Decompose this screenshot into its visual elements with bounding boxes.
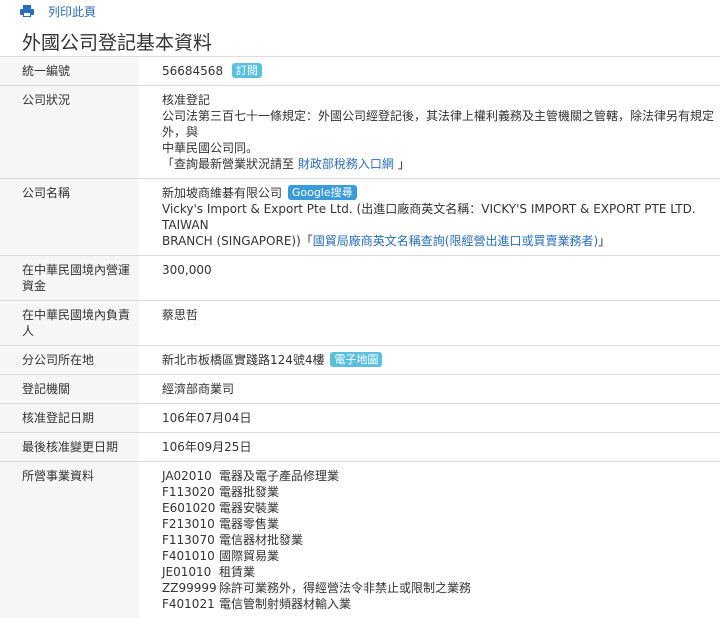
- business-code: F401021: [162, 596, 219, 612]
- row-label: 所營事業資料: [0, 462, 139, 618]
- row-value: 新北市板橋區實踐路124號4樓 電子地圖: [139, 346, 720, 375]
- business-code: F113020: [162, 484, 219, 500]
- english-name-prefix: BRANCH (SINGAPORE))「: [162, 234, 313, 248]
- business-code: F401010: [162, 548, 219, 564]
- business-desc: 電器批發業: [219, 485, 279, 499]
- business-desc: 除許可業務外，得經營法令非禁止或限制之業務: [219, 581, 471, 595]
- authority-value: 經濟部商業司: [139, 375, 720, 404]
- tax-query-suffix: 」: [398, 157, 410, 171]
- tax-query-prefix: 「查詢最新營業狀況請至: [162, 157, 294, 171]
- list-item: F213010電器零售業: [162, 516, 720, 532]
- list-item: F113020電器批發業: [162, 484, 720, 500]
- english-name-line1: Vicky's Import & Export Pte Ltd. (出進口廠商英…: [162, 201, 720, 233]
- google-search-button[interactable]: Google搜尋: [288, 185, 357, 200]
- business-desc: 電信器材批發業: [219, 533, 303, 547]
- table-row: 統一編號 56684568 訂閱: [0, 57, 720, 86]
- row-label: 核准登記日期: [0, 404, 139, 433]
- business-code: F213010: [162, 516, 219, 532]
- business-desc: 電器安裝業: [219, 501, 279, 515]
- row-label: 最後核准變更日期: [0, 433, 139, 462]
- list-item: JA02010電器及電子產品修理業: [162, 468, 720, 484]
- tax-portal-link[interactable]: 財政部稅務入口網: [298, 157, 394, 171]
- approve-date-value: 106年07月04日: [139, 404, 720, 433]
- company-info-table: 統一編號 56684568 訂閱 公司狀況 核准登記 公司法第三百七十一條規定：…: [0, 56, 720, 618]
- business-code: F113070: [162, 532, 219, 548]
- table-row: 核准登記日期 106年07月04日: [0, 404, 720, 433]
- list-item: JE01010租賃業: [162, 564, 720, 580]
- row-label: 公司狀況: [0, 86, 139, 179]
- business-code: JE01010: [162, 564, 219, 580]
- business-desc: 電信管制射頻器材輸入業: [219, 597, 351, 611]
- table-row: 在中華民國境內負責人 蔡思哲: [0, 301, 720, 346]
- unified-number: 56684568: [162, 64, 223, 78]
- print-page-link[interactable]: 列印此頁: [48, 3, 96, 20]
- address-value: 新北市板橋區實踐路124號4樓: [162, 353, 325, 367]
- table-row: 最後核准變更日期 106年09月25日: [0, 433, 720, 462]
- trade-bureau-query-link[interactable]: 國貿局廠商英文名稱查詢(限經營出進口或買賣業務者): [313, 234, 598, 248]
- row-label: 在中華民國境內營運資金: [0, 256, 139, 301]
- table-row: 在中華民國境內營運資金 300,000: [0, 256, 720, 301]
- row-value: 核准登記 公司法第三百七十一條規定：外國公司經登記後，其法律上權利義務及主管機關…: [139, 86, 720, 179]
- row-label: 登記機關: [0, 375, 139, 404]
- list-item: F401021電信管制射頻器材輸入業: [162, 596, 720, 612]
- status-note-line1: 公司法第三百七十一條規定：外國公司經登記後，其法律上權利義務及主管機關之管轄，除…: [162, 108, 720, 140]
- printer-icon[interactable]: [20, 5, 34, 17]
- table-row: 公司狀況 核准登記 公司法第三百七十一條規定：外國公司經登記後，其法律上權利義務…: [0, 86, 720, 179]
- change-date-value: 106年09月25日: [139, 433, 720, 462]
- business-desc: 租賃業: [219, 565, 255, 579]
- business-code: JA02010: [162, 468, 219, 484]
- page-title: 外國公司登記基本資料: [0, 22, 720, 54]
- print-toolbar: 列印此頁: [0, 0, 720, 22]
- business-desc: 電器及電子產品修理業: [219, 469, 339, 483]
- business-desc: 電器零售業: [219, 517, 279, 531]
- capital-value: 300,000: [139, 256, 720, 301]
- business-code: ZZ99999: [162, 580, 219, 596]
- table-row: 分公司所在地 新北市板橋區實踐路124號4樓 電子地圖: [0, 346, 720, 375]
- row-label: 公司名稱: [0, 179, 139, 256]
- row-label: 統一編號: [0, 57, 139, 86]
- business-desc: 國際貿易業: [219, 549, 279, 563]
- table-row: 所營事業資料 JA02010電器及電子產品修理業 F113020電器批發業 E6…: [0, 462, 720, 618]
- list-item: E601020電器安裝業: [162, 500, 720, 516]
- english-name-line2: BRANCH (SINGAPORE))「國貿局廠商英文名稱查詢(限經營出進口或買…: [162, 233, 720, 249]
- status-value: 核准登記: [162, 92, 720, 108]
- business-code: E601020: [162, 500, 219, 516]
- list-item: F113070電信器材批發業: [162, 532, 720, 548]
- english-name-suffix: 」: [598, 234, 610, 248]
- list-item: F401010國際貿易業: [162, 548, 720, 564]
- table-row: 公司名稱 新加坡商維碁有限公司 Google搜尋 Vicky's Import …: [0, 179, 720, 256]
- business-list: JA02010電器及電子產品修理業 F113020電器批發業 E601020電器…: [139, 462, 720, 618]
- subscribe-button[interactable]: 訂閱: [232, 63, 262, 78]
- list-item: ZZ99999除許可業務外，得經營法令非禁止或限制之業務: [162, 580, 720, 596]
- status-note-line2: 中華民國公司同。: [162, 140, 720, 156]
- map-button[interactable]: 電子地圖: [330, 352, 382, 367]
- tax-query-line: 「查詢最新營業狀況請至 財政部稅務入口網 」: [162, 156, 720, 172]
- row-label: 分公司所在地: [0, 346, 139, 375]
- row-value: 56684568 訂閱: [139, 57, 720, 86]
- company-name: 新加坡商維碁有限公司: [162, 186, 282, 200]
- row-label: 在中華民國境內負責人: [0, 301, 139, 346]
- representative-value: 蔡思哲: [139, 301, 720, 346]
- table-row: 登記機關 經濟部商業司: [0, 375, 720, 404]
- row-value: 新加坡商維碁有限公司 Google搜尋 Vicky's Import & Exp…: [139, 179, 720, 256]
